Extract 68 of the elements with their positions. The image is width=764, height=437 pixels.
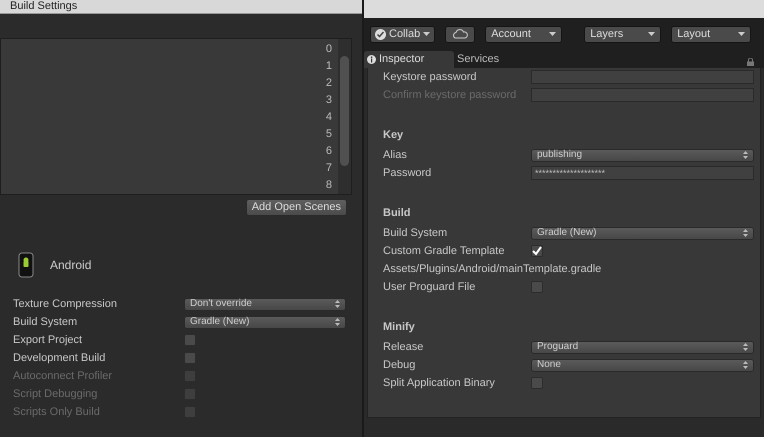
add-open-scenes-button[interactable]: Add Open Scenes bbox=[246, 199, 347, 216]
section-header: Build bbox=[383, 206, 410, 221]
layers-button[interactable]: Layers bbox=[584, 26, 662, 42]
info-icon bbox=[367, 55, 376, 64]
field-label: Build System bbox=[13, 314, 78, 330]
field-label: User Proguard File bbox=[383, 280, 476, 295]
scene-index: 0 bbox=[326, 42, 332, 57]
password-field[interactable]: ******************** bbox=[531, 166, 754, 180]
field-label: Script Debugging bbox=[13, 386, 98, 402]
updown-arrows-icon bbox=[743, 151, 748, 159]
field-label: Alias bbox=[383, 148, 408, 163]
account-button[interactable]: Account bbox=[485, 26, 562, 42]
checkbox[interactable] bbox=[184, 352, 196, 364]
updown-arrows-icon bbox=[335, 318, 340, 326]
field-label: Split Application Binary bbox=[383, 376, 496, 391]
checkbox[interactable] bbox=[184, 334, 196, 346]
updown-arrows-icon bbox=[743, 361, 748, 369]
field-label: Release bbox=[383, 340, 424, 355]
checkmark-icon bbox=[532, 246, 542, 256]
dropdown[interactable]: Don't override bbox=[184, 298, 346, 310]
caret-icon bbox=[738, 32, 746, 36]
platform-name: Android bbox=[50, 257, 92, 274]
scene-index: 4 bbox=[326, 110, 332, 125]
field-label: Export Project bbox=[13, 332, 84, 348]
panel-tab[interactable]: Inspector bbox=[364, 51, 454, 68]
checkbox[interactable] bbox=[531, 377, 543, 389]
field-label: Custom Gradle Template bbox=[383, 244, 506, 259]
checkbox[interactable] bbox=[531, 245, 543, 257]
dropdown[interactable]: None bbox=[531, 358, 754, 372]
scene-index: 3 bbox=[326, 93, 332, 108]
scene-index: 5 bbox=[326, 127, 332, 142]
layout-button[interactable]: Layout bbox=[671, 26, 752, 42]
updown-arrows-icon bbox=[743, 229, 748, 237]
field-label: Password bbox=[383, 166, 432, 181]
lock-icon bbox=[747, 58, 754, 66]
field-label: Build System bbox=[383, 226, 448, 241]
cloud-icon bbox=[452, 29, 468, 39]
updown-arrows-icon bbox=[335, 300, 340, 308]
field-label: Autoconnect Profiler bbox=[13, 368, 114, 384]
dropdown[interactable]: Gradle (New) bbox=[184, 316, 346, 328]
scene-index: 7 bbox=[326, 161, 332, 176]
scene-index: 1 bbox=[326, 59, 332, 74]
collab-button[interactable]: Collab bbox=[370, 26, 436, 42]
field-label: Scripts Only Build bbox=[13, 404, 101, 420]
panel-tab[interactable]: Services bbox=[454, 51, 544, 68]
updown-arrows-icon bbox=[743, 343, 748, 351]
caret-icon bbox=[648, 32, 656, 36]
scrollbar[interactable] bbox=[338, 39, 351, 194]
scene-index: 2 bbox=[326, 76, 332, 91]
checkmark-icon bbox=[375, 28, 386, 40]
caret-icon bbox=[423, 32, 430, 36]
dropdown[interactable]: Gradle (New) bbox=[531, 226, 754, 240]
window-title: Build Settings bbox=[10, 0, 78, 13]
field-label: Texture Compression bbox=[13, 296, 118, 312]
scene-index: 6 bbox=[326, 144, 332, 159]
caret-icon bbox=[549, 32, 556, 36]
field-label: Debug bbox=[383, 358, 416, 373]
field-label: Keystore password bbox=[383, 70, 478, 85]
dropdown[interactable]: Proguard bbox=[531, 340, 754, 354]
checkbox[interactable] bbox=[531, 281, 543, 293]
cloud-button[interactable] bbox=[445, 26, 476, 42]
dropdown[interactable]: publishing bbox=[531, 148, 754, 162]
field-label: Development Build bbox=[13, 350, 106, 366]
file-path: Assets/Plugins/Android/mainTemplate.gradle bbox=[383, 262, 602, 277]
scene-index: 8 bbox=[326, 178, 332, 193]
section-header: Minify bbox=[383, 320, 415, 335]
phone-android-icon bbox=[18, 252, 34, 278]
section-header: Key bbox=[383, 128, 404, 143]
